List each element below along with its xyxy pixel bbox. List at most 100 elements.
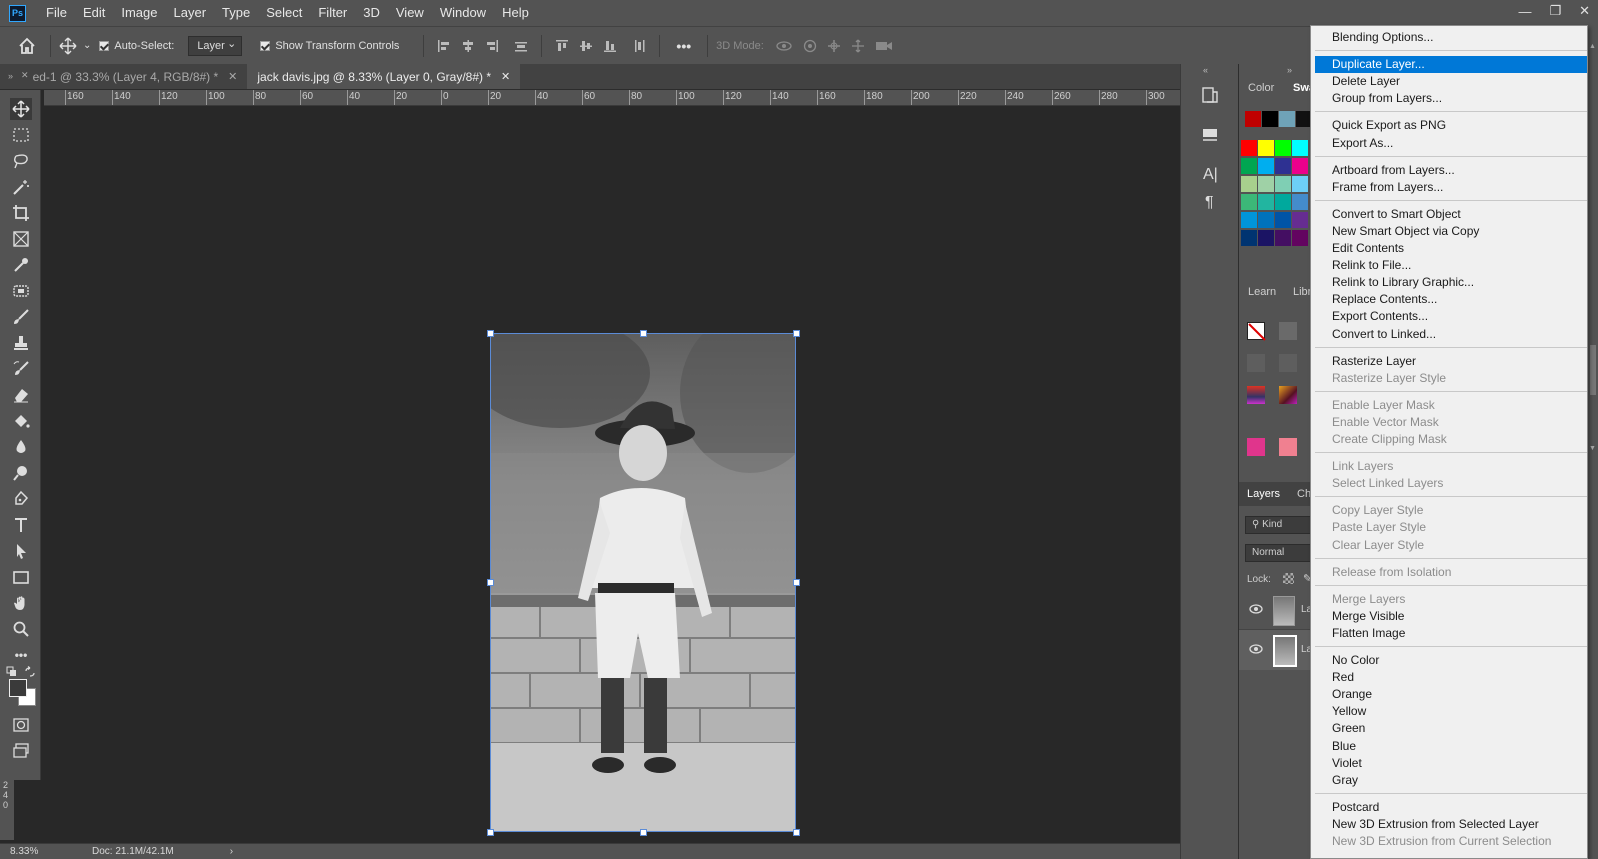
screen-mode-icon[interactable]: [10, 740, 32, 762]
swatch[interactable]: [1241, 140, 1257, 156]
frame-tool-icon[interactable]: [10, 228, 32, 250]
menu-item-red[interactable]: Red: [1315, 669, 1587, 686]
swatch[interactable]: [1279, 111, 1295, 127]
zoom-tool-icon[interactable]: [10, 618, 32, 640]
blur-tool-icon[interactable]: [10, 436, 32, 458]
menu-item-replace-contents[interactable]: Replace Contents...: [1315, 291, 1587, 308]
style-none-icon[interactable]: [1247, 322, 1266, 341]
menu-item-no-color[interactable]: No Color: [1315, 652, 1587, 669]
swatch[interactable]: [1258, 140, 1274, 156]
menu-item-relink-to-library-graphic[interactable]: Relink to Library Graphic...: [1315, 274, 1587, 291]
distribute-horizontal-icon[interactable]: [514, 39, 528, 53]
menu-item-blending-options[interactable]: Blending Options...: [1315, 29, 1587, 46]
expand-panels-icon[interactable]: «: [1203, 65, 1208, 75]
menu-item-quick-export-as-png[interactable]: Quick Export as PNG: [1315, 117, 1587, 134]
scroll-down-icon[interactable]: ▼: [1589, 445, 1596, 452]
layer-thumbnail[interactable]: [1273, 635, 1297, 667]
menu-item-merge-visible[interactable]: Merge Visible: [1315, 608, 1587, 625]
style-swatch[interactable]: [1279, 386, 1297, 404]
menu-item-frame-from-layers[interactable]: Frame from Layers...: [1315, 179, 1587, 196]
menu-item-group-from-layers[interactable]: Group from Layers...: [1315, 90, 1587, 107]
swatch[interactable]: [1241, 158, 1257, 174]
auto-select-checkbox[interactable]: Auto-Select:: [99, 40, 174, 52]
status-menu-arrow-icon[interactable]: ›: [230, 846, 233, 857]
3d-slide-icon[interactable]: [851, 39, 865, 53]
menu-item-duplicate-layer[interactable]: Duplicate Layer...: [1315, 56, 1587, 74]
show-transform-checkbox[interactable]: Show Transform Controls: [260, 40, 399, 52]
transform-bounding-box[interactable]: [490, 333, 796, 832]
clone-stamp-icon[interactable]: [10, 332, 32, 354]
type-tool-icon[interactable]: [10, 514, 32, 536]
distribute-vertical-icon[interactable]: [632, 39, 646, 53]
visibility-eye-icon[interactable]: [1249, 643, 1263, 657]
brush-tool-icon[interactable]: [10, 306, 32, 328]
menu-item-postcard[interactable]: Postcard: [1315, 799, 1587, 816]
menu-item-green[interactable]: Green: [1315, 720, 1587, 737]
menu-type[interactable]: Type: [214, 0, 258, 26]
default-colors-icon[interactable]: [6, 666, 18, 678]
hand-tool-icon[interactable]: [10, 592, 32, 614]
menu-item-convert-to-linked[interactable]: Convert to Linked...: [1315, 326, 1587, 343]
tab-color[interactable]: Color: [1248, 82, 1274, 94]
3d-roll-icon[interactable]: [803, 39, 817, 53]
menu-item-new-3d-extrusion-from-selected-layer[interactable]: New 3D Extrusion from Selected Layer: [1315, 816, 1587, 833]
swatch[interactable]: [1275, 230, 1291, 246]
style-swatch[interactable]: [1247, 438, 1265, 456]
move-tool-option-icon[interactable]: [59, 37, 79, 55]
swatch[interactable]: [1292, 140, 1308, 156]
layer-name[interactable]: La: [1301, 644, 1310, 655]
menu-item-convert-to-smart-object[interactable]: Convert to Smart Object: [1315, 206, 1587, 223]
auto-select-target-dropdown[interactable]: Layer: [188, 35, 243, 56]
menu-file[interactable]: File: [38, 0, 75, 26]
lock-pixels-icon[interactable]: ✎: [1303, 572, 1310, 585]
swatch[interactable]: [1241, 176, 1257, 192]
swatch[interactable]: [1292, 176, 1308, 192]
style-swatch[interactable]: [1247, 386, 1265, 404]
swatch[interactable]: [1258, 194, 1274, 210]
menu-help[interactable]: Help: [494, 0, 537, 26]
swatch[interactable]: [1258, 158, 1274, 174]
tab-swatches[interactable]: Swa: [1293, 82, 1310, 94]
paint-bucket-icon[interactable]: [10, 410, 32, 432]
zoom-level[interactable]: 8.33%: [10, 846, 70, 857]
align-bottom-icon[interactable]: [603, 39, 617, 53]
menu-image[interactable]: Image: [113, 0, 165, 26]
menu-window[interactable]: Window: [432, 0, 494, 26]
swatch[interactable]: [1241, 230, 1257, 246]
menu-item-edit-contents[interactable]: Edit Contents: [1315, 240, 1587, 257]
style-swatch[interactable]: [1279, 438, 1297, 456]
menu-item-flatten-image[interactable]: Flatten Image: [1315, 625, 1587, 642]
marquee-tool-icon[interactable]: [10, 124, 32, 146]
collapse-right-panels-icon[interactable]: »: [1287, 65, 1292, 75]
style-swatch[interactable]: [1247, 354, 1265, 372]
align-left-icon[interactable]: [437, 39, 451, 53]
swatch[interactable]: [1258, 176, 1274, 192]
crop-tool-icon[interactable]: [10, 202, 32, 224]
menu-select[interactable]: Select: [258, 0, 310, 26]
align-right-icon[interactable]: [485, 39, 499, 53]
panel-scrollbar[interactable]: ▲ ▼: [1588, 25, 1598, 859]
more-options-icon[interactable]: •••: [676, 38, 691, 54]
more-tools-icon[interactable]: •••: [10, 644, 32, 666]
menu-item-blue[interactable]: Blue: [1315, 738, 1587, 755]
home-icon[interactable]: [18, 37, 36, 55]
swatch[interactable]: [1275, 194, 1291, 210]
swatch[interactable]: [1241, 194, 1257, 210]
minimize-button[interactable]: —: [1518, 4, 1531, 19]
eyedropper-icon[interactable]: [10, 254, 32, 276]
swatch[interactable]: [1296, 111, 1310, 127]
visibility-eye-icon[interactable]: [1249, 603, 1263, 617]
swatch[interactable]: [1275, 158, 1291, 174]
tab-document-2-close-icon[interactable]: ✕: [501, 70, 510, 83]
menu-item-yellow[interactable]: Yellow: [1315, 703, 1587, 720]
menu-item-delete-layer[interactable]: Delete Layer: [1315, 73, 1587, 90]
style-swatch[interactable]: [1279, 322, 1297, 340]
style-swatch[interactable]: [1279, 354, 1297, 372]
align-vcenter-icon[interactable]: [579, 39, 593, 53]
menu-item-orange[interactable]: Orange: [1315, 686, 1587, 703]
restore-button[interactable]: ❐: [1549, 3, 1561, 19]
tabbar-close-icon[interactable]: ✕: [21, 70, 29, 81]
swatch[interactable]: [1275, 212, 1291, 228]
pen-tool-icon[interactable]: [10, 488, 32, 510]
menu-edit[interactable]: Edit: [75, 0, 113, 26]
